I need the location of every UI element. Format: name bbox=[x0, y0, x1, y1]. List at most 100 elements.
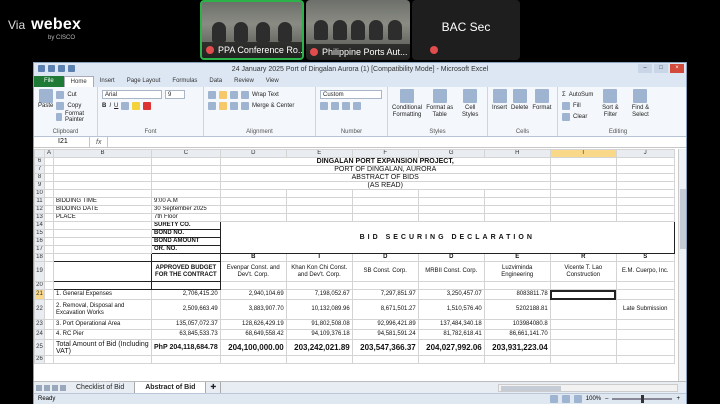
row-header[interactable]: 18 bbox=[34, 253, 45, 262]
sheet-tab-checklist[interactable]: Checklist of Bid bbox=[66, 382, 136, 393]
undo-icon[interactable] bbox=[58, 65, 65, 72]
prev-sheet-icon[interactable] bbox=[44, 384, 50, 391]
tab-review[interactable]: Review bbox=[228, 76, 260, 87]
cell-styles-button[interactable]: Cell Styles bbox=[457, 89, 483, 119]
column-header-a[interactable]: A bbox=[43, 149, 55, 158]
scroll-thumb[interactable] bbox=[501, 385, 561, 391]
row-header[interactable]: 19 bbox=[34, 261, 45, 282]
row-header[interactable]: 14 bbox=[34, 221, 45, 230]
tab-data[interactable]: Data bbox=[203, 76, 228, 87]
format-cells-button[interactable]: Format bbox=[532, 89, 551, 111]
align-bottom-icon[interactable] bbox=[230, 90, 238, 99]
increase-decimal-icon[interactable] bbox=[353, 101, 361, 110]
delete-cells-button[interactable]: Delete bbox=[511, 89, 528, 111]
italic-button[interactable]: I bbox=[109, 103, 111, 109]
font-size-select[interactable]: 9 bbox=[165, 90, 185, 99]
number-format-select[interactable]: Custom bbox=[320, 90, 382, 99]
spreadsheet-grid[interactable]: A B C D E F G H I J 6 DINGALAN PORT EXPAN… bbox=[34, 149, 680, 381]
row-header[interactable]: 12 bbox=[34, 205, 45, 214]
participant-tile-1[interactable]: PPA Conference Ro... bbox=[200, 0, 304, 60]
zoom-out-icon[interactable]: – bbox=[605, 396, 608, 402]
column-header-d[interactable]: D bbox=[219, 149, 287, 158]
row-header[interactable]: 24 bbox=[34, 329, 45, 340]
conditional-formatting-button[interactable]: Conditional Formatting bbox=[392, 89, 422, 119]
tab-insert[interactable]: Insert bbox=[94, 76, 121, 87]
zoom-knob[interactable] bbox=[641, 395, 645, 403]
row-header[interactable]: 11 bbox=[34, 197, 45, 206]
tab-file[interactable]: File bbox=[34, 76, 64, 87]
horizontal-scrollbar[interactable] bbox=[498, 383, 678, 392]
row-header[interactable]: 6 bbox=[34, 157, 45, 166]
align-right-icon[interactable] bbox=[230, 101, 238, 110]
orientation-icon[interactable] bbox=[241, 90, 249, 99]
participant-tile-2[interactable]: Philippine Ports Aut... bbox=[306, 0, 410, 60]
tab-home[interactable]: Home bbox=[63, 76, 94, 87]
insert-cells-button[interactable]: Insert bbox=[492, 89, 507, 111]
selected-cell[interactable] bbox=[549, 289, 617, 300]
row-header[interactable]: 25 bbox=[34, 339, 45, 356]
close-button[interactable]: × bbox=[670, 64, 684, 73]
normal-view-icon[interactable] bbox=[549, 395, 558, 403]
fill-button[interactable]: Fill bbox=[562, 100, 593, 111]
row-header[interactable]: 26 bbox=[34, 355, 45, 364]
column-header-h[interactable]: H bbox=[483, 149, 551, 158]
participant-tile-3[interactable]: BAC Sec bbox=[412, 0, 520, 60]
align-middle-icon[interactable] bbox=[219, 90, 227, 99]
row-header[interactable]: 17 bbox=[34, 245, 45, 254]
percent-icon[interactable] bbox=[331, 101, 339, 110]
tab-page-layout[interactable]: Page Layout bbox=[121, 76, 167, 87]
align-top-icon[interactable] bbox=[208, 90, 216, 99]
save-icon[interactable] bbox=[48, 65, 55, 72]
indent-icon[interactable] bbox=[241, 101, 249, 110]
column-header-c[interactable]: C bbox=[151, 149, 221, 158]
row-header[interactable]: 16 bbox=[34, 237, 45, 246]
font-name-select[interactable]: Arial bbox=[102, 90, 162, 99]
tab-formulas[interactable]: Formulas bbox=[166, 76, 203, 87]
zoom-slider[interactable] bbox=[612, 395, 673, 403]
row-header[interactable]: 23 bbox=[34, 319, 45, 330]
page-layout-view-icon[interactable] bbox=[561, 395, 570, 403]
formula-input[interactable] bbox=[107, 137, 686, 147]
new-sheet-icon[interactable]: ✚ bbox=[206, 382, 222, 393]
autosum-button[interactable]: Σ AutoSum bbox=[562, 89, 593, 100]
wrap-text-button[interactable]: Wrap Text bbox=[252, 92, 279, 98]
first-sheet-icon[interactable] bbox=[36, 384, 42, 391]
paste-button[interactable]: Paste bbox=[38, 89, 53, 122]
row-header[interactable]: 13 bbox=[34, 213, 45, 222]
column-header-e[interactable]: E bbox=[285, 149, 353, 158]
tab-view[interactable]: View bbox=[260, 76, 285, 87]
currency-icon[interactable] bbox=[320, 101, 328, 110]
column-header-j[interactable]: J bbox=[615, 149, 675, 158]
row-header[interactable]: 15 bbox=[34, 229, 45, 238]
row-header[interactable]: 8 bbox=[34, 173, 45, 182]
zoom-in-icon[interactable]: + bbox=[676, 396, 680, 402]
copy-button[interactable]: Copy bbox=[56, 100, 93, 111]
comma-style-icon[interactable] bbox=[342, 101, 350, 110]
format-table-button[interactable]: Format as Table bbox=[426, 89, 453, 119]
find-select-button[interactable]: Find & Select bbox=[627, 89, 653, 122]
underline-button[interactable]: U bbox=[114, 103, 118, 109]
row-header[interactable]: 22 bbox=[34, 299, 45, 320]
column-header-i[interactable]: I bbox=[549, 149, 617, 158]
zoom-level[interactable]: 100% bbox=[586, 396, 601, 402]
column-header-f[interactable]: F bbox=[351, 149, 419, 158]
sheet-tab-abstract[interactable]: Abstract of Bid bbox=[135, 382, 207, 393]
scroll-thumb[interactable] bbox=[680, 189, 686, 249]
row-header[interactable]: 7 bbox=[34, 165, 45, 174]
vertical-scrollbar[interactable] bbox=[678, 149, 686, 381]
format-painter-button[interactable]: Format Painter bbox=[56, 111, 93, 123]
align-left-icon[interactable] bbox=[208, 101, 216, 110]
row-header[interactable]: 21 bbox=[34, 289, 45, 300]
clear-button[interactable]: Clear bbox=[562, 111, 593, 122]
row-header[interactable]: 10 bbox=[34, 189, 45, 198]
row-header[interactable]: 9 bbox=[34, 181, 45, 190]
align-center-icon[interactable] bbox=[219, 101, 227, 110]
fx-icon[interactable]: fx bbox=[90, 139, 107, 146]
minimize-button[interactable]: – bbox=[638, 64, 652, 73]
row-header[interactable]: 20 bbox=[34, 281, 45, 290]
font-color-icon[interactable] bbox=[143, 101, 152, 110]
select-all-corner[interactable] bbox=[34, 149, 45, 158]
maximize-button[interactable]: □ bbox=[654, 64, 668, 73]
borders-icon[interactable] bbox=[121, 101, 130, 110]
bold-button[interactable]: B bbox=[102, 103, 106, 109]
